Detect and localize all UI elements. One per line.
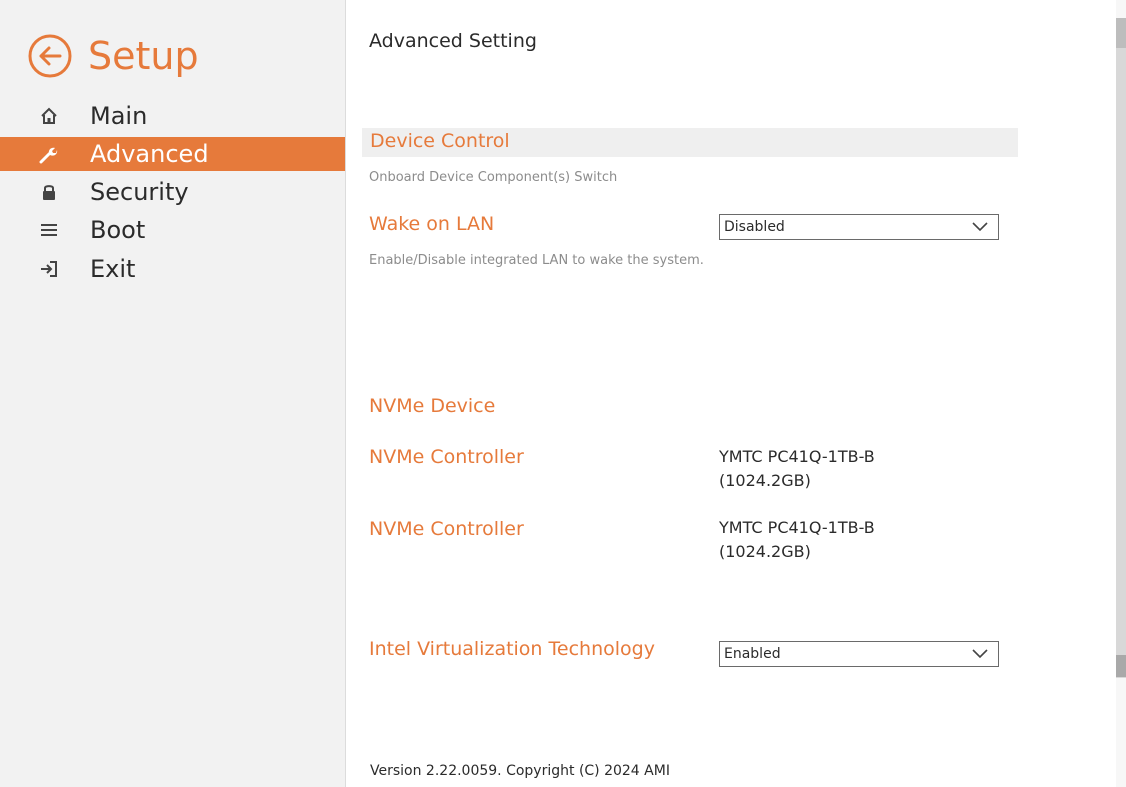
home-icon [38,105,60,127]
wake-on-lan-label: Wake on LAN [369,213,495,235]
virtualization-value: Enabled [724,646,781,662]
wake-on-lan-value: Disabled [724,219,785,235]
sidebar-item-advanced[interactable]: Advanced [0,137,345,171]
version-footer: Version 2.22.0059. Copyright (C) 2024 AM… [370,763,670,779]
sidebar-item-security[interactable]: Security [0,175,345,209]
sidebar-item-boot[interactable]: Boot [0,213,345,247]
wake-on-lan-description: Enable/Disable integrated LAN to wake th… [369,253,704,268]
sidebar-item-label: Main [90,102,148,130]
wrench-icon [38,143,60,165]
setup-title: Setup [88,34,199,78]
virtualization-select[interactable]: Enabled [719,641,999,667]
device-control-heading: Device Control [370,130,510,152]
nvme-controller-label: NVMe Controller [369,518,524,540]
nvme-model: YMTC PC41Q-1TB-B [719,518,875,537]
chevron-down-icon [972,649,988,659]
nvme-controller-label: NVMe Controller [369,446,524,468]
chevron-down-icon [972,222,988,232]
sidebar-item-label: Security [90,178,189,206]
virtualization-label: Intel Virtualization Technology [369,638,655,660]
nvme-model: YMTC PC41Q-1TB-B [719,447,875,466]
page-title: Advanced Setting [369,30,537,52]
sidebar-item-exit[interactable]: Exit [0,252,345,286]
sidebar-item-main[interactable]: Main [0,99,345,133]
sidebar-item-label: Boot [90,216,146,244]
back-arrow-icon[interactable] [26,32,74,80]
nvme-capacity: (1024.2GB) [719,542,811,561]
exit-icon [38,258,60,280]
device-control-section: Device Control [362,128,1018,157]
nvme-controller-value: YMTC PC41Q-1TB-B (1024.2GB) [719,445,979,493]
sidebar-item-label: Advanced [90,140,209,168]
sidebar: Setup Main Advanced Security Boot Exit [0,0,346,787]
setup-header: Setup [26,32,199,80]
wake-on-lan-select[interactable]: Disabled [719,214,999,240]
scrollbar-thumb[interactable] [1116,18,1126,678]
sidebar-item-label: Exit [90,255,136,283]
nvme-device-heading: NVMe Device [369,395,496,417]
lock-icon [38,181,60,203]
drive-icon [38,219,60,241]
scrollbar-bottom-segment [1116,655,1126,677]
nvme-capacity: (1024.2GB) [719,471,811,490]
scrollbar-top-segment [1116,18,1126,48]
nvme-controller-value: YMTC PC41Q-1TB-B (1024.2GB) [719,516,979,564]
device-control-description: Onboard Device Component(s) Switch [369,170,618,185]
